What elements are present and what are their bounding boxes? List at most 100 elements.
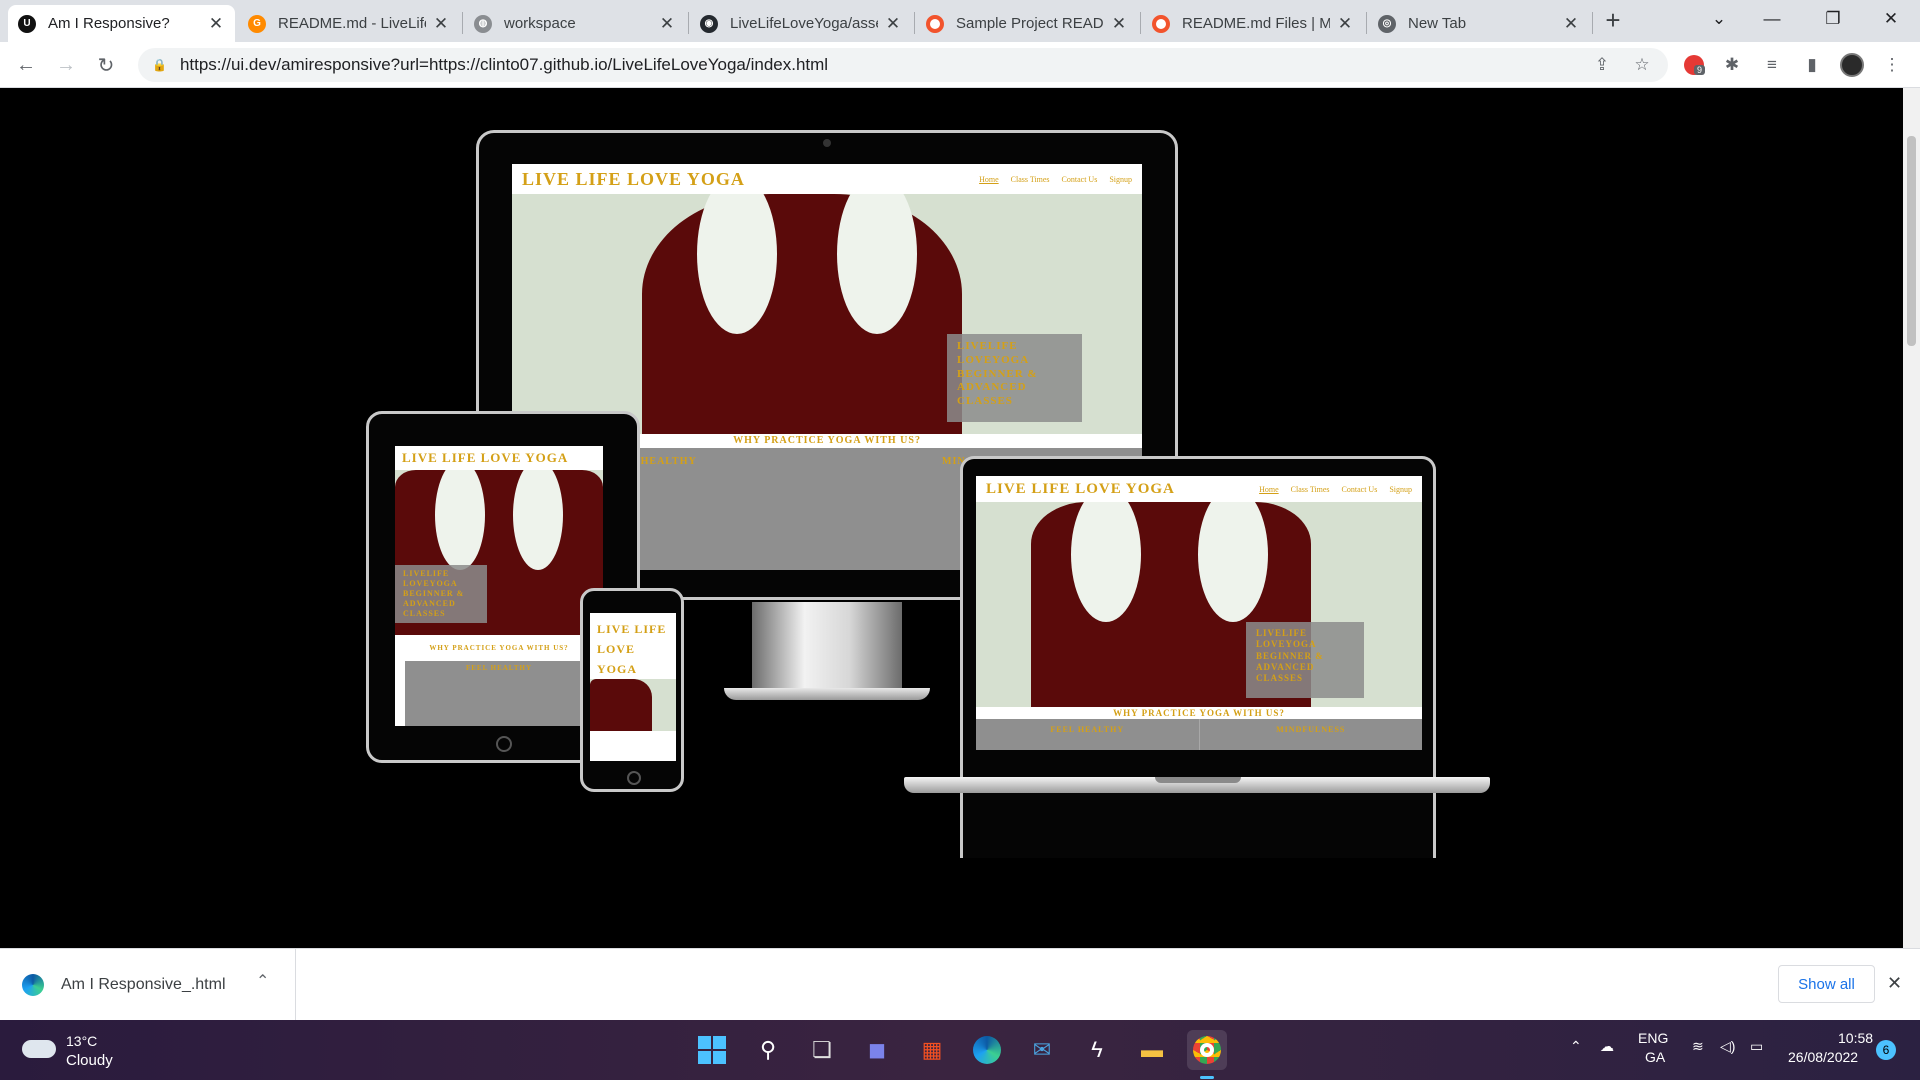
- close-icon[interactable]: ✕: [884, 14, 902, 34]
- tab-separator: [462, 12, 463, 34]
- chevron-up-icon[interactable]: ⌃: [256, 971, 269, 991]
- file-explorer-icon[interactable]: ▬: [1132, 1030, 1172, 1070]
- nav-class-times[interactable]: Class Times: [1291, 485, 1330, 494]
- hero-line: LIVELIFE: [403, 569, 450, 578]
- nav-signup[interactable]: Signup: [1389, 485, 1412, 494]
- tab-sample-project[interactable]: Sample Project READM ✕: [916, 5, 1138, 42]
- extensions-puzzle-icon[interactable]: ✱: [1718, 51, 1746, 79]
- edge-icon[interactable]: [967, 1030, 1007, 1070]
- feel-healthy-heading: FEEL HEALTHY: [465, 664, 532, 672]
- share-icon[interactable]: ⇪: [1588, 51, 1616, 79]
- wifi-icon[interactable]: ≋: [1692, 1038, 1704, 1055]
- amiresponsive-icon: U: [18, 14, 36, 33]
- close-icon[interactable]: ✕: [1562, 14, 1580, 34]
- tab-am-i-responsive[interactable]: U Am I Responsive? ✕: [8, 5, 235, 42]
- tab-search-chevron-icon[interactable]: ⌄: [1694, 0, 1744, 38]
- close-icon[interactable]: ✕: [1887, 973, 1902, 994]
- features-section: FEEL HEALTHY MINDFULNESS: [976, 719, 1422, 750]
- weather-desc[interactable]: Cloudy: [66, 1052, 113, 1069]
- profile-avatar[interactable]: [1838, 51, 1866, 79]
- weather-temp[interactable]: 13°C: [66, 1033, 97, 1049]
- tab-readme-livelife[interactable]: G README.md - LiveLife ✕: [238, 5, 460, 42]
- close-icon[interactable]: ✕: [1336, 14, 1354, 34]
- chevron-up-icon[interactable]: ⌃: [1570, 1038, 1582, 1055]
- site-title: LIVE LIFE LOVE YOGA: [986, 480, 1175, 497]
- close-icon[interactable]: ✕: [1110, 14, 1128, 34]
- page-scrollbar[interactable]: [1903, 88, 1920, 948]
- window-close-icon[interactable]: ✕: [1866, 0, 1916, 38]
- reading-list-icon[interactable]: ≡: [1758, 51, 1786, 79]
- microsoft-store-icon[interactable]: ▦: [912, 1030, 952, 1070]
- close-icon[interactable]: ✕: [432, 14, 450, 34]
- reload-icon[interactable]: ↻: [92, 51, 120, 79]
- site-header: LIVE LIFE LOVE YOGA Home Class Times Con…: [512, 164, 1142, 194]
- windows-start-icon[interactable]: [692, 1030, 732, 1070]
- restore-icon[interactable]: ❐: [1808, 0, 1858, 38]
- search-icon[interactable]: ⚲: [748, 1030, 788, 1070]
- clock-date[interactable]: 26/08/2022: [1788, 1049, 1858, 1065]
- minimize-icon[interactable]: —: [1747, 0, 1797, 38]
- bookmark-star-icon[interactable]: ☆: [1628, 51, 1656, 79]
- hero-image: LIVELIFE LOVEYOGA BEGINNER & ADVANCED CL…: [395, 470, 603, 635]
- hero-line: ADVANCED: [957, 381, 1027, 394]
- nav-contact-us[interactable]: Contact Us: [1342, 485, 1378, 494]
- side-panel-icon[interactable]: ▮: [1798, 51, 1826, 79]
- site-title: LIVE LIFE LOVE YOGA: [402, 450, 569, 465]
- download-filename[interactable]: Am I Responsive_.html: [61, 976, 226, 994]
- tab-label: README.md - LiveLife: [278, 15, 426, 32]
- close-icon[interactable]: ✕: [207, 14, 225, 34]
- extension-badge: 9: [1694, 65, 1706, 75]
- opera-icon: [1152, 14, 1170, 33]
- url-text[interactable]: https://ui.dev/amiresponsive?url=https:/…: [180, 55, 828, 75]
- tab-label: Am I Responsive?: [48, 15, 170, 32]
- site-header: LIVE LIFE LOVE YOGA Home Class Times Con…: [976, 476, 1422, 502]
- notification-badge[interactable]: 6: [1876, 1040, 1896, 1060]
- hero-line: BEGINNER &: [403, 589, 465, 598]
- kebab-menu-icon[interactable]: ⋮: [1878, 51, 1906, 79]
- cloud-icon[interactable]: [22, 1040, 56, 1058]
- chrome-taskbar-icon[interactable]: [1187, 1030, 1227, 1070]
- tab-separator: [1366, 12, 1367, 34]
- adblock-icon[interactable]: 9: [1680, 51, 1708, 79]
- nav-signup[interactable]: Signup: [1109, 175, 1132, 184]
- site-header: LIVE LIFE LOVE YOGA: [590, 613, 676, 679]
- github-icon: ◉: [700, 14, 718, 33]
- clock-time[interactable]: 10:58: [1838, 1030, 1873, 1046]
- volume-icon[interactable]: ◁): [1720, 1038, 1735, 1055]
- tab-readme-files[interactable]: README.md Files | M ✕: [1142, 5, 1364, 42]
- language-layout[interactable]: GA: [1645, 1049, 1665, 1065]
- slack-like-app-icon[interactable]: ϟ: [1077, 1030, 1117, 1070]
- tab-workspace[interactable]: ◍ workspace ✕: [464, 5, 686, 42]
- close-icon[interactable]: ✕: [658, 14, 676, 34]
- nav-home[interactable]: Home: [1259, 485, 1279, 494]
- address-bar[interactable]: 🔒 https://ui.dev/amiresponsive?url=https…: [138, 48, 1668, 82]
- battery-icon[interactable]: ▭: [1750, 1038, 1763, 1055]
- features-section: FEEL HEALTHY: [405, 661, 593, 726]
- task-view-icon[interactable]: ❏: [802, 1030, 842, 1070]
- forward-arrow-icon[interactable]: →: [52, 51, 80, 79]
- hero-line: ADVANCED: [1256, 661, 1315, 672]
- language-code[interactable]: ENG: [1638, 1030, 1668, 1046]
- hero-line: LIVELIFE: [957, 340, 1018, 352]
- active-app-indicator: [1200, 1076, 1214, 1079]
- nav-home[interactable]: Home: [979, 175, 999, 184]
- home-button: [496, 736, 512, 752]
- tab-github[interactable]: ◉ LiveLifeLoveYoga/asse ✕: [690, 5, 912, 42]
- tab-label: New Tab: [1408, 15, 1467, 32]
- laptop-screen: LIVE LIFE LOVE YOGA Home Class Times Con…: [976, 476, 1422, 750]
- teams-chat-icon[interactable]: ◼: [857, 1030, 897, 1070]
- back-arrow-icon[interactable]: ←: [12, 51, 40, 79]
- onedrive-icon[interactable]: ☁: [1600, 1038, 1614, 1055]
- hero-line: LOVEYOGA: [957, 353, 1030, 366]
- tab-new-tab[interactable]: ◎ New Tab ✕: [1368, 5, 1590, 42]
- nav-contact-us[interactable]: Contact Us: [1062, 175, 1098, 184]
- scrollbar-thumb[interactable]: [1907, 136, 1916, 346]
- page-viewport: LIVE LIFE LOVE YOGA Home Class Times Con…: [0, 88, 1920, 948]
- laptop-device: LIVE LIFE LOVE YOGA Home Class Times Con…: [960, 456, 1436, 858]
- nav-class-times[interactable]: Class Times: [1011, 175, 1050, 184]
- show-all-button[interactable]: Show all: [1778, 965, 1875, 1003]
- hero-line: ADVANCED: [403, 599, 456, 608]
- new-tab-button[interactable]: +: [1598, 6, 1628, 36]
- edge-file-icon: [22, 974, 44, 996]
- mail-icon[interactable]: ✉: [1022, 1030, 1062, 1070]
